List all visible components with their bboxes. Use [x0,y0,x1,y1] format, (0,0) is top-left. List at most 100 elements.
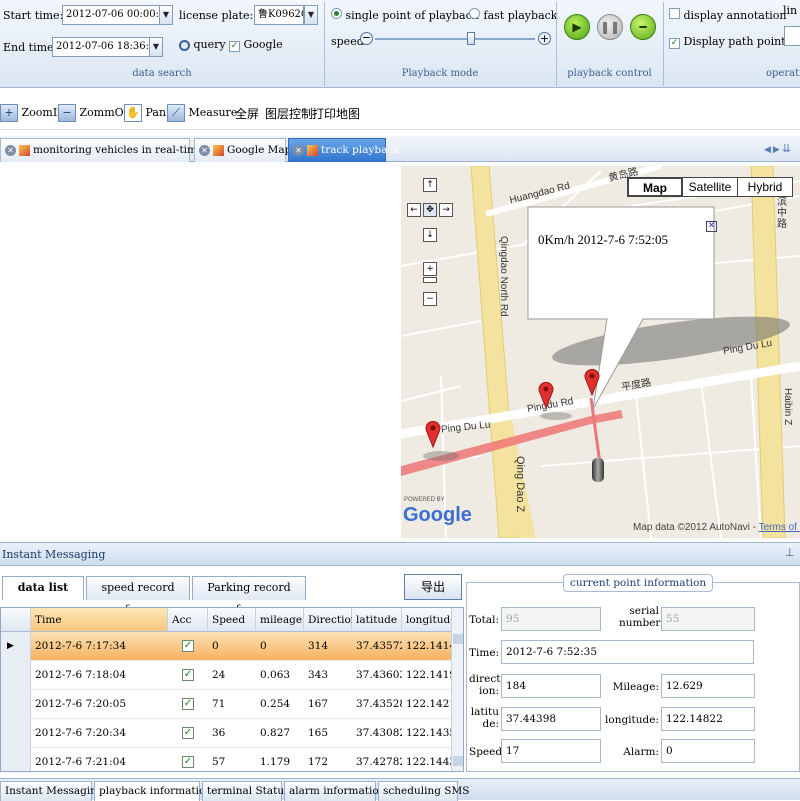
terms-of-use-link[interactable]: Terms of Use [759,522,800,533]
time-field[interactable]: 2012-7-6 7:52:35 [501,640,754,664]
mileage-field[interactable]: 12.629 [661,674,755,698]
checkbox-checked-icon[interactable]: ✓ [182,698,194,710]
bottom-tab-instant-messaging[interactable]: Instant Messaging [0,781,104,801]
close-icon[interactable]: ✕ [199,144,210,156]
pin-icon[interactable]: ⊥ [785,546,795,559]
google-map[interactable]: Qingdao North Rd Qing Dao Z Huangdao Rd … [401,166,800,538]
google-checkbox[interactable]: ✓ Google [229,38,283,54]
longitude-field[interactable]: 122.14822 [661,707,755,731]
tab-google-maps[interactable]: ✕ Google Maps [194,138,297,162]
bottom-tab-scheduling-sms[interactable]: scheduling SMS [378,781,469,801]
alarm-field[interactable]: 0 [661,739,755,763]
pan-up-button[interactable]: ↑ [423,178,437,192]
pan-left-button[interactable]: ← [407,203,421,217]
row-header[interactable] [1,719,31,748]
subtab-data-list[interactable]: data list [2,576,84,600]
map-zoom-in-button[interactable]: + [423,262,437,276]
end-time-dropdown-button[interactable]: ▼ [149,37,163,57]
current-point-marker[interactable] [584,368,600,399]
map-type-satellite-button[interactable]: Satellite [682,177,738,197]
speed-slider-track[interactable] [375,38,535,40]
play-button[interactable]: ▶ [564,14,590,40]
license-plate-dropdown-button[interactable]: ▼ [304,5,318,25]
row-header[interactable] [1,748,31,771]
tab-track-playback[interactable]: ✕ track playback [288,138,400,162]
direction-field[interactable]: 184 [501,674,601,698]
measure-button[interactable]: ⟋ Measure [167,103,237,123]
close-icon[interactable]: ✕ [293,144,304,156]
table-row[interactable]: ▶ 2012-7-6 7:17:34 ✓ 0 0 314 37.43572 122.14148 [1,632,452,661]
table-scrollbar[interactable] [451,608,463,771]
tab-scroll-arrows[interactable]: ◀▶⇊ [764,142,793,155]
fullscreen-button[interactable]: 全屏 [235,105,259,122]
latitude-field[interactable]: 37.44398 [501,707,601,731]
vehicle-car-icon[interactable] [592,458,604,482]
table-row[interactable]: 2012-7-6 7:21:04 ✓ 57 1.179 172 37.42782 122.1… [1,748,452,771]
single-point-playback-radio[interactable]: single point of playback [331,8,478,23]
route-marker[interactable] [538,381,554,412]
column-header-time[interactable]: Time [31,608,168,632]
row-header[interactable] [1,661,31,690]
column-header-longitude[interactable]: longitude [402,608,456,632]
column-header-direction[interactable]: Direction [304,608,358,632]
start-time-dropdown-button[interactable]: ▼ [159,5,173,25]
speed-slider-thumb[interactable] [467,32,475,45]
export-button[interactable]: 导出 [404,574,462,600]
layer-control-button[interactable]: 图层控制 [265,105,313,122]
route-marker[interactable] [425,420,441,451]
speed-field[interactable]: 17 [501,739,601,763]
query-button[interactable]: query [179,37,226,53]
direction-cell: 343 [308,669,329,681]
minus-icon: − [361,31,372,44]
row-header[interactable] [1,690,31,719]
zoom-slider[interactable] [423,277,437,283]
direction-label-line2: ion: [479,685,499,697]
map-zoom-out-button[interactable]: − [423,292,437,306]
speed-increase-button[interactable]: + [538,32,551,45]
serial-number-field[interactable]: 55 [661,607,755,631]
subtab-speed-record-form[interactable]: speed record form [86,576,190,616]
pan-down-button[interactable]: ↓ [423,228,437,242]
table-row[interactable]: 2012-7-6 7:18:04 ✓ 24 0.063 343 37.43603 122.1… [1,661,452,690]
pan-button[interactable]: ✋ Pan [124,103,166,123]
checkbox-checked-icon[interactable]: ✓ [182,727,194,739]
subtab-parking-record-form[interactable]: Parking record form [192,576,306,616]
checkbox-checked-icon[interactable]: ✓ [182,669,194,681]
display-annotation-checkbox[interactable]: display annotation [669,8,787,23]
pause-button[interactable]: ❚❚ [597,14,623,40]
pan-right-button[interactable]: → [439,203,453,217]
total-field[interactable]: 95 [501,607,601,631]
longitude-label: longitude: [605,714,659,726]
column-header-speed[interactable]: Speed [208,608,256,632]
row-header[interactable]: ▶ [1,632,31,661]
pan-center-button[interactable]: ✥ [423,203,437,217]
table-row[interactable]: 2012-7-6 7:20:34 ✓ 36 0.827 165 37.43082 122.1… [1,719,452,748]
instant-messaging-title: Instant Messaging [2,548,106,561]
bottom-tab-terminal-status[interactable]: terminal Status [202,781,290,801]
map-type-hybrid-button[interactable]: Hybrid [737,177,793,197]
checkbox-checked-icon[interactable]: ✓ [182,756,194,768]
table-row[interactable]: 2012-7-6 7:20:05 ✓ 71 0.254 167 37.43528 122.1… [1,690,452,719]
speed-decrease-button[interactable]: − [360,32,373,45]
map-type-map-button[interactable]: Map [627,177,683,197]
data-search-group-label: data search [132,68,192,79]
start-time-input[interactable]: 2012-07-06 00:00:00 [62,5,160,25]
column-header-mileage[interactable]: mileage [256,608,304,632]
end-time-input[interactable]: 2012-07-06 18:36:18 [52,37,150,57]
checkbox-checked-icon[interactable]: ✓ [182,640,194,652]
tab-monitoring-vehicles[interactable]: ✕ monitoring vehicles in real-time [0,138,203,162]
line-option-input[interactable] [784,26,800,46]
print-map-button[interactable]: 打印地图 [312,105,360,122]
stop-button[interactable]: ━ [630,14,656,40]
close-popup-button[interactable]: ✕ [706,221,717,232]
bottom-tab-alarm-information[interactable]: alarm information [284,781,385,801]
column-header-latitude[interactable]: latitude [352,608,402,632]
zoom-in-button[interactable]: + ZoomIn [0,103,64,123]
fast-playback-radio[interactable]: fast playback [469,8,557,23]
bottom-tab-playback-information[interactable]: playback information [94,781,212,801]
speed-cell: 24 [212,669,226,681]
display-path-points-checkbox[interactable]: ✓ Display path points [669,35,791,49]
license-plate-select[interactable]: 鲁K0962G [254,5,304,25]
close-icon[interactable]: ✕ [5,144,16,156]
column-header-acc[interactable]: Acc [168,608,208,632]
